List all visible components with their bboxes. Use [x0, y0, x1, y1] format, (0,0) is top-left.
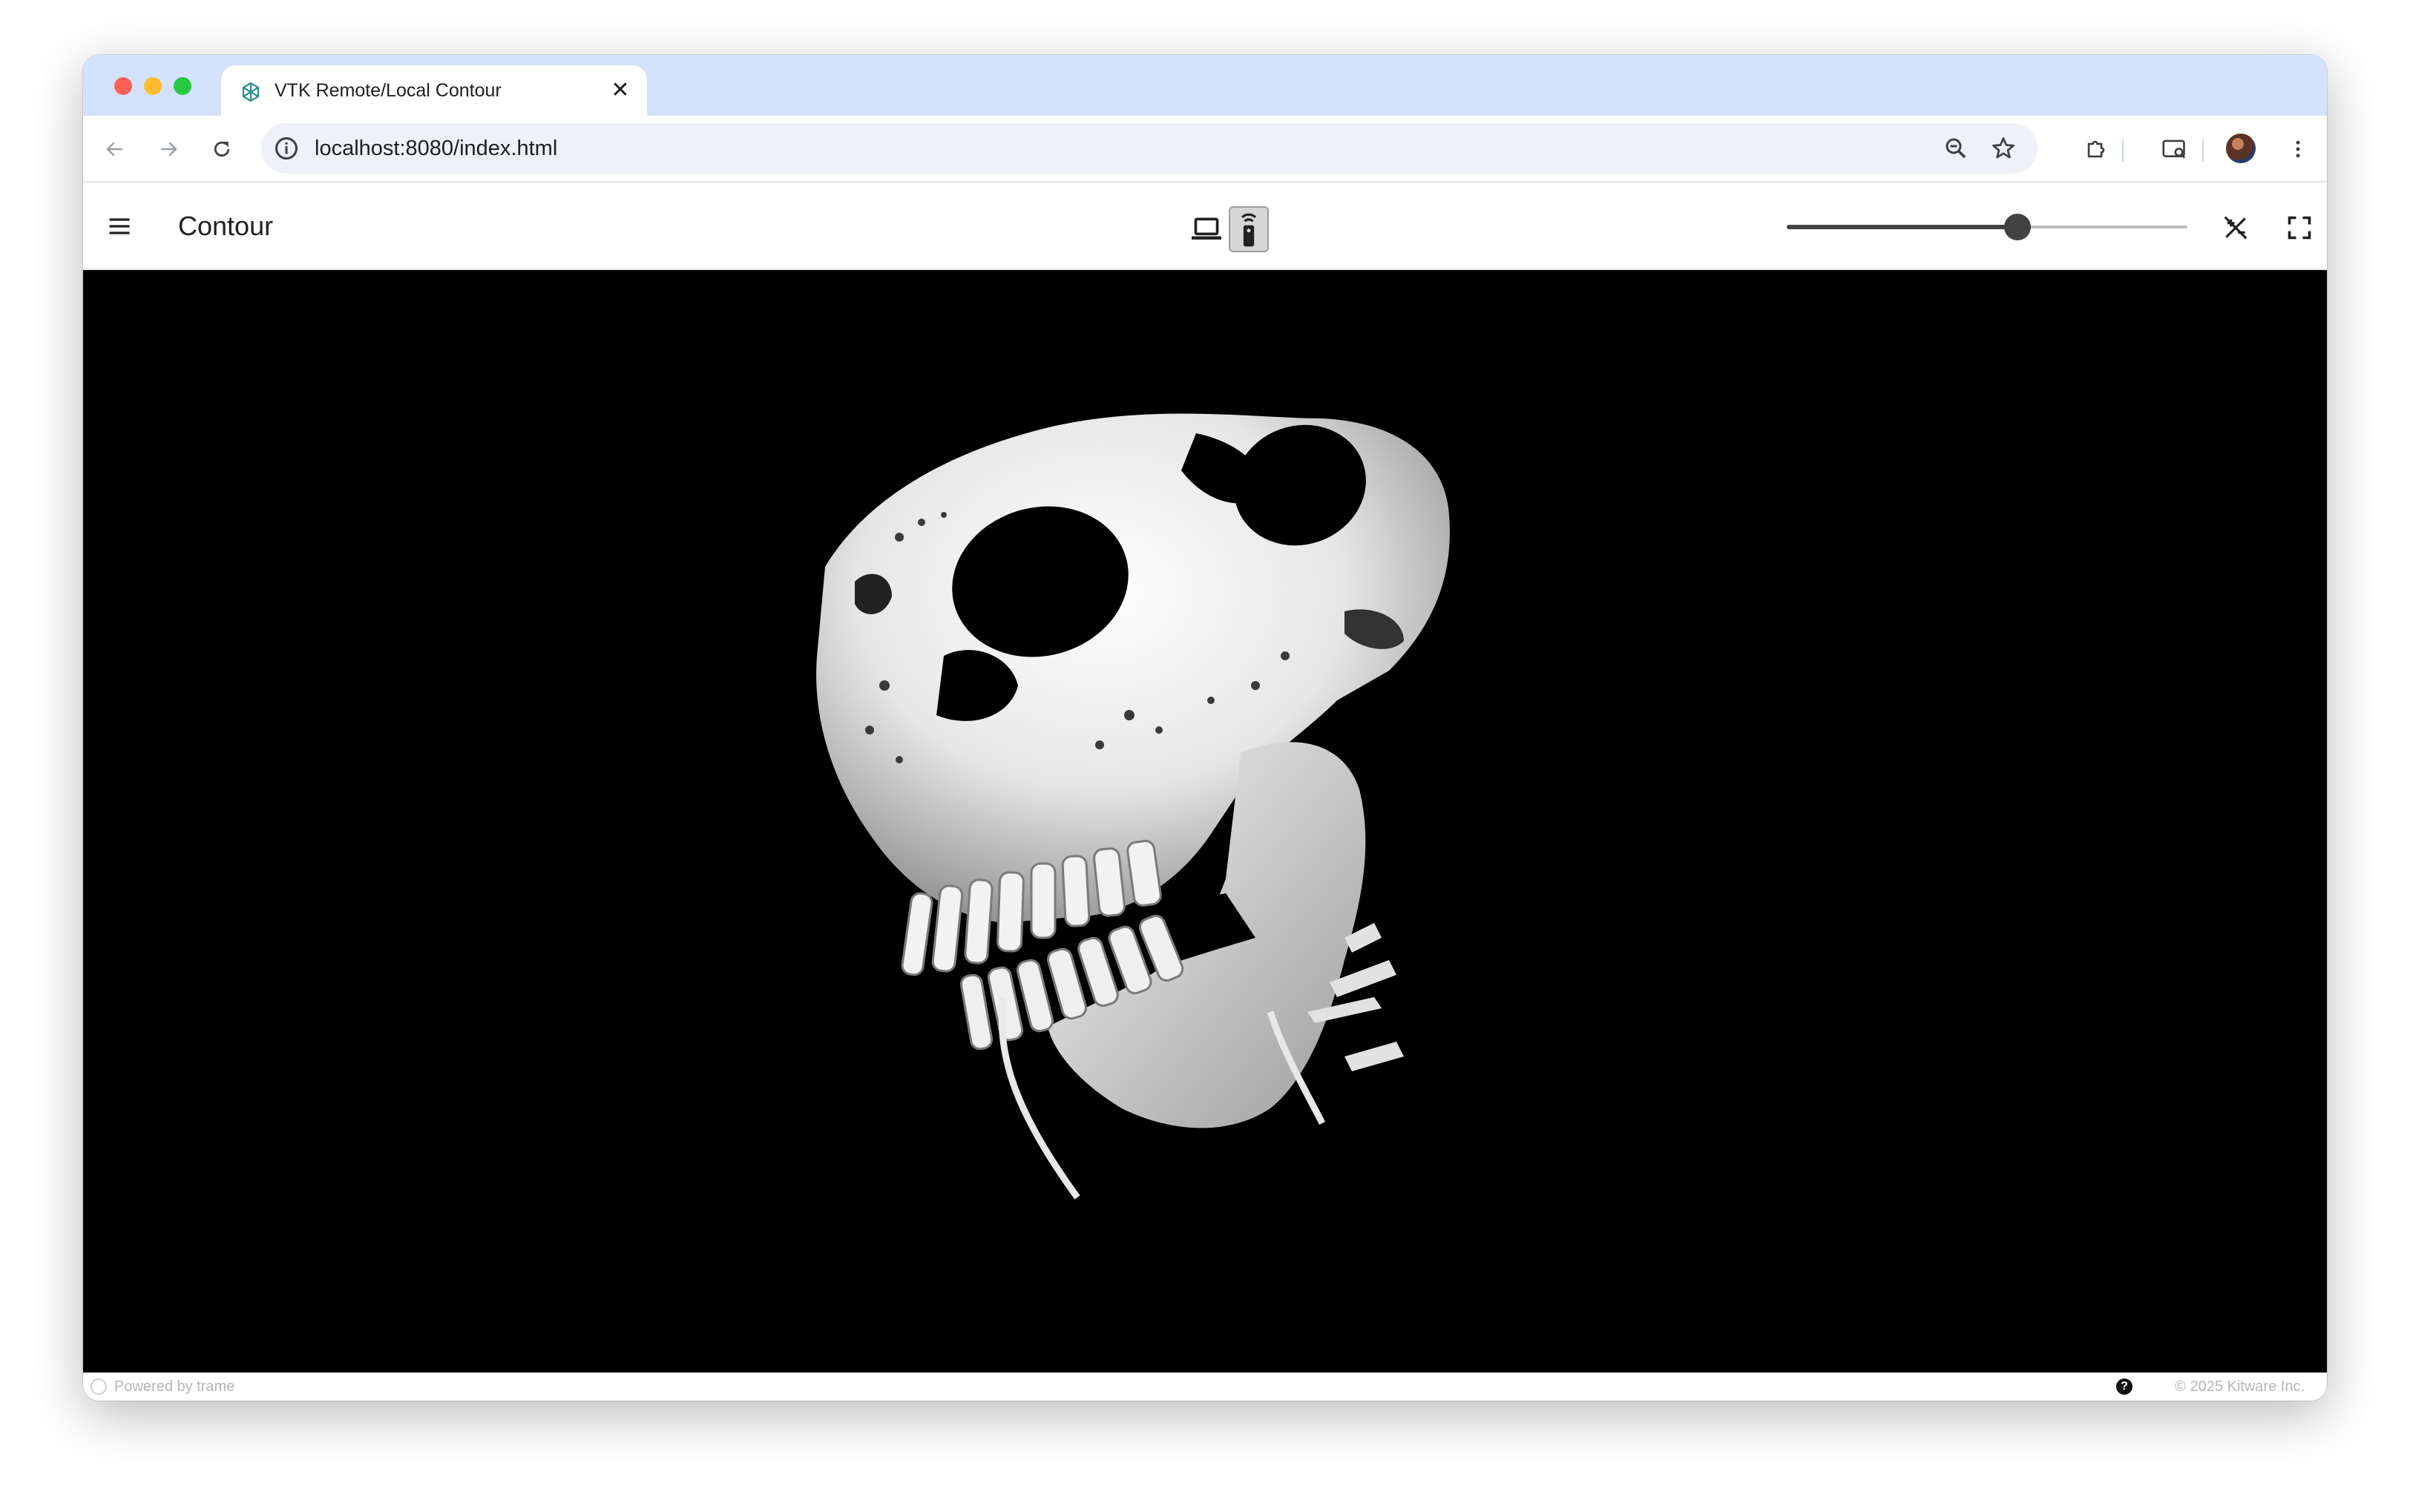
browser-tab[interactable]: VTK Remote/Local Contour ✕ [221, 65, 647, 116]
toolbar-separator [2122, 139, 2124, 162]
reload-icon [214, 141, 230, 157]
address-bar[interactable]: localhost:8080/index.html [261, 123, 2038, 174]
reload-button[interactable] [205, 132, 239, 166]
tab-title: VTK Remote/Local Contour [275, 80, 502, 101]
maximize-window-button[interactable] [174, 77, 191, 95]
arrow-left-icon [106, 142, 122, 157]
powered-by-text[interactable]: Powered by trame [114, 1378, 234, 1396]
app-toolbar: Contour [83, 184, 2327, 269]
laptop-icon [1192, 217, 1221, 240]
puzzle-piece-icon [2087, 140, 2105, 158]
more-vert-icon [2296, 140, 2300, 158]
drawer-toggle-button[interactable] [101, 208, 138, 245]
fullscreen-icon [2288, 216, 2311, 240]
profile-avatar[interactable] [2226, 134, 2256, 163]
arrow-right-icon [161, 142, 177, 157]
remote-icon [1241, 213, 1257, 247]
toggle-contrast-button[interactable] [2217, 209, 2254, 246]
contour-value-slider[interactable] [1787, 214, 2187, 240]
slider-fill [1787, 225, 2017, 229]
trame-logo-icon [91, 1378, 107, 1395]
app-footer: Powered by trame ? © 2025 Kitware Inc. [83, 1373, 2327, 1401]
zoom-out-icon[interactable] [1943, 135, 1969, 162]
skull-isosurface-render [816, 413, 1450, 1200]
trame-favicon-icon [242, 82, 260, 102]
copyright-text[interactable]: © 2025 Kitware Inc. [2175, 1378, 2305, 1396]
tab-search-icon [2162, 139, 2186, 159]
url-text: localhost:8080/index.html [315, 137, 558, 160]
exposure-off-icon [2224, 216, 2248, 240]
browser-window: VTK Remote/Local Contour ✕ + localhost:8… [83, 55, 2327, 1401]
menu-icon [109, 218, 130, 234]
bookmark-star-icon[interactable] [1990, 135, 2017, 162]
app-title: Contour [178, 211, 274, 241]
minimize-window-button[interactable] [144, 77, 162, 95]
help-icon[interactable]: ? [2116, 1378, 2132, 1395]
fullscreen-button[interactable] [2281, 209, 2318, 246]
back-button[interactable] [98, 132, 132, 166]
site-info-icon[interactable] [273, 135, 300, 162]
browser-toolbar: localhost:8080/index.html [83, 116, 2327, 183]
forward-button[interactable] [151, 132, 185, 166]
local-rendering-toggle[interactable] [1187, 209, 1226, 248]
render-view[interactable] [83, 270, 2327, 1373]
extensions-button[interactable] [2079, 132, 2113, 166]
browser-menu-button[interactable] [2281, 132, 2315, 166]
toolbar-separator [2202, 139, 2204, 162]
remote-rendering-toggle[interactable] [1229, 206, 1269, 252]
close-window-button[interactable] [114, 77, 132, 95]
tab-strip: VTK Remote/Local Contour ✕ + [83, 55, 2327, 116]
slider-thumb[interactable] [2003, 214, 2031, 240]
tab-search-button[interactable] [2158, 132, 2192, 166]
tab-close-icon[interactable]: ✕ [607, 77, 634, 104]
